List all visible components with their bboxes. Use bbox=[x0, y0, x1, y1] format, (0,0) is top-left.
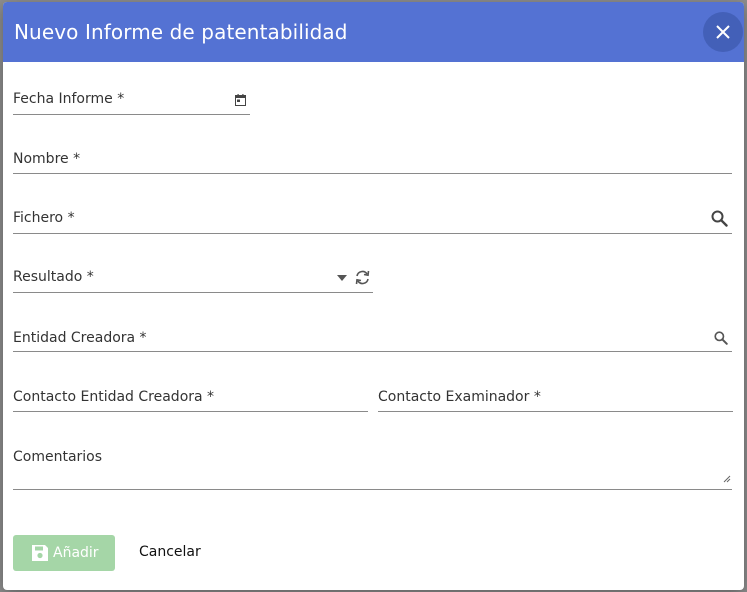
search-icon[interactable] bbox=[710, 209, 728, 227]
contacto-entidad-creadora-label: Contacto Entidad Creadora * bbox=[13, 389, 215, 405]
contacto-examinador-field[interactable]: Contacto Examinador * bbox=[378, 384, 733, 412]
resultado-field[interactable]: Resultado * bbox=[13, 264, 373, 293]
contacto-entidad-creadora-field[interactable]: Contacto Entidad Creadora * bbox=[13, 384, 368, 412]
cancel-button[interactable]: Cancelar bbox=[139, 544, 201, 560]
fichero-label: Fichero * bbox=[13, 210, 75, 226]
contacto-examinador-label: Contacto Examinador * bbox=[378, 389, 541, 405]
search-icon[interactable] bbox=[713, 330, 728, 345]
fecha-informe-label: Fecha Informe * bbox=[13, 91, 125, 107]
calendar-icon[interactable] bbox=[234, 94, 246, 106]
dropdown-arrow-icon[interactable] bbox=[336, 274, 348, 282]
comentarios-label: Comentarios bbox=[13, 449, 103, 465]
new-patentability-report-dialog: Nuevo Informe de patentabilidad Fecha In… bbox=[3, 2, 744, 590]
nombre-label: Nombre * bbox=[13, 151, 81, 167]
fecha-informe-field[interactable]: Fecha Informe * bbox=[13, 88, 250, 115]
resultado-label: Resultado * bbox=[13, 269, 94, 285]
entidad-creadora-field[interactable]: Entidad Creadora * bbox=[13, 324, 732, 352]
resize-handle-icon[interactable] bbox=[723, 468, 731, 487]
dialog-title: Nuevo Informe de patentabilidad bbox=[14, 20, 348, 44]
dialog-header: Nuevo Informe de patentabilidad bbox=[3, 2, 744, 62]
refresh-icon[interactable] bbox=[353, 268, 371, 286]
add-button[interactable]: Añadir bbox=[13, 535, 115, 571]
close-icon bbox=[716, 25, 730, 39]
close-button[interactable] bbox=[703, 12, 743, 52]
entidad-creadora-label: Entidad Creadora * bbox=[13, 330, 147, 346]
nombre-field[interactable]: Nombre * bbox=[13, 148, 732, 174]
add-button-label: Añadir bbox=[53, 545, 99, 561]
comentarios-textarea[interactable]: Comentarios bbox=[13, 444, 732, 490]
save-icon bbox=[32, 545, 48, 561]
fichero-field[interactable]: Fichero * bbox=[13, 206, 732, 234]
